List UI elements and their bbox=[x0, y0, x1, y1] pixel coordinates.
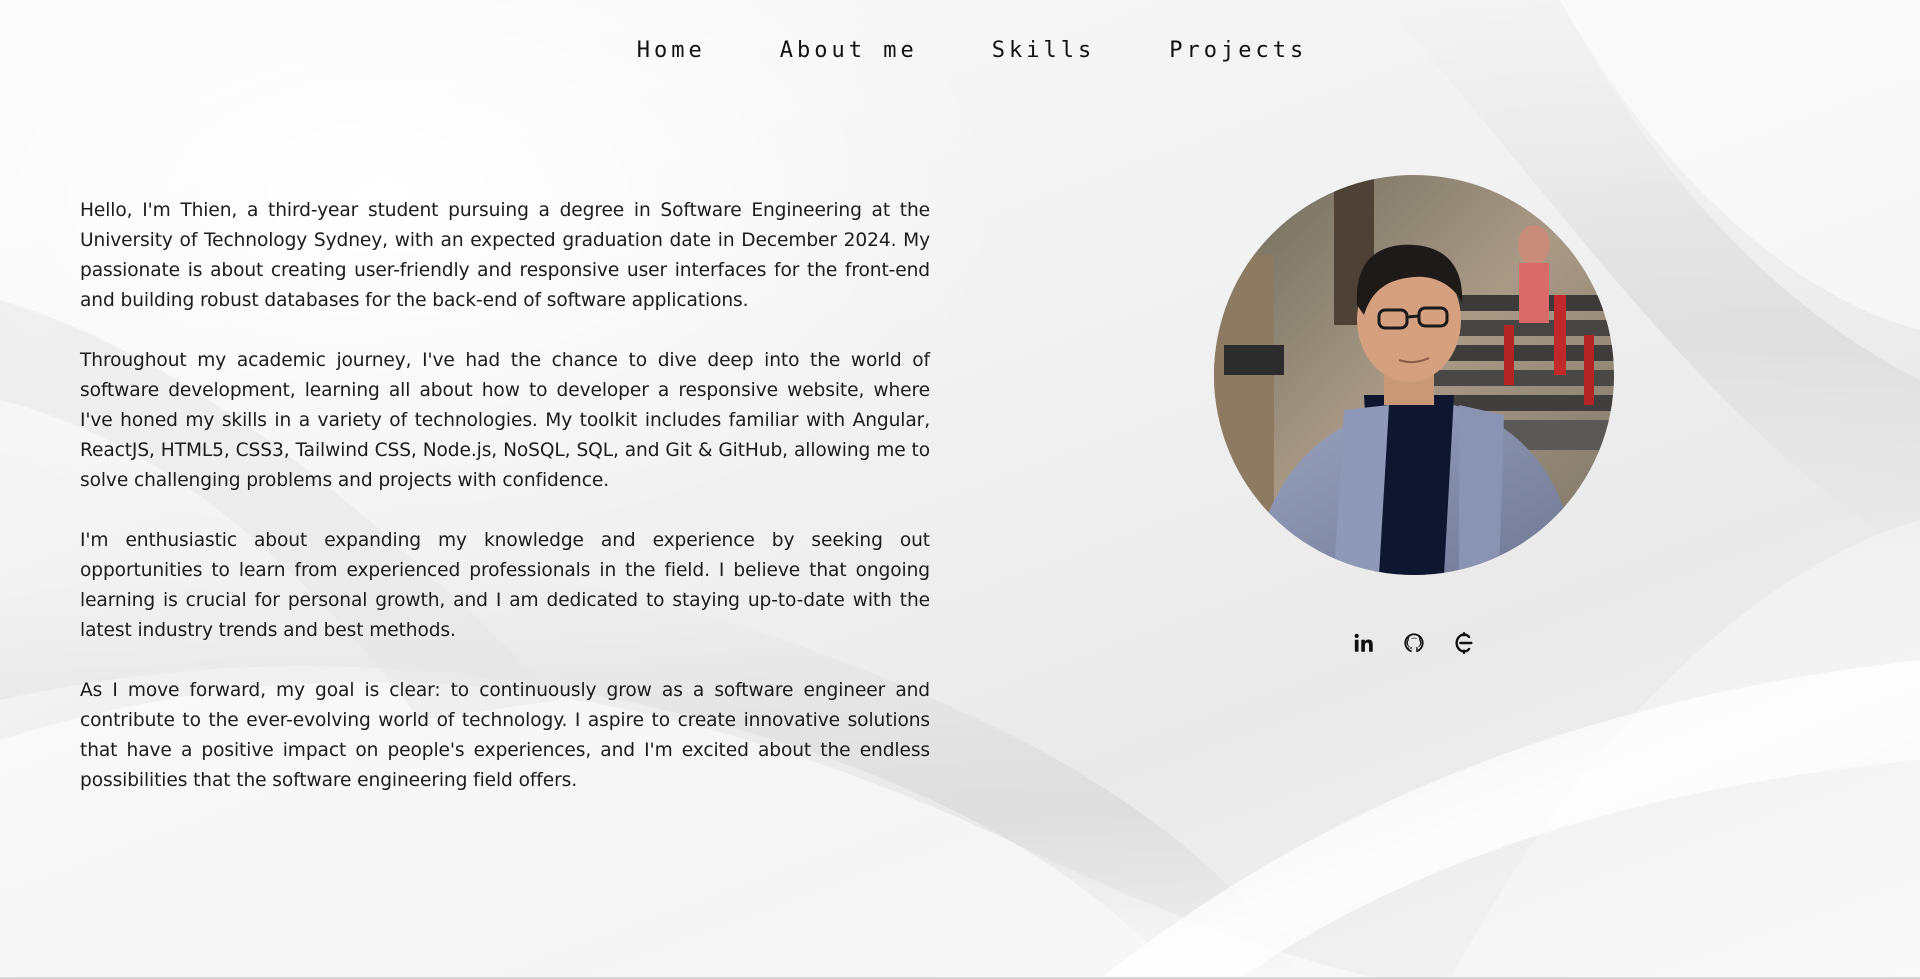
about-paragraph-learning: I'm enthusiastic about expanding my know… bbox=[80, 530, 930, 641]
about-paragraph-goal: As I move forward, my goal is clear: to … bbox=[80, 680, 930, 791]
linkedin-link[interactable] bbox=[1352, 631, 1376, 655]
linkedin-icon bbox=[1354, 633, 1373, 652]
nav-about-me-link[interactable]: About me bbox=[768, 38, 918, 63]
profile-photo bbox=[1214, 175, 1614, 575]
codecademy-link[interactable] bbox=[1452, 631, 1476, 655]
github-link[interactable] bbox=[1402, 631, 1426, 655]
nav-home-link[interactable]: Home bbox=[625, 38, 706, 63]
github-icon bbox=[1404, 633, 1424, 653]
about-paragraph-journey: Throughout my academic journey, I've had… bbox=[80, 350, 930, 491]
nav-projects-link[interactable]: Projects bbox=[1157, 38, 1307, 63]
about-paragraph-intro: Hello, I'm Thien, a third-year student p… bbox=[80, 200, 930, 311]
codecademy-icon bbox=[1455, 632, 1473, 654]
nav-skills-link[interactable]: Skills bbox=[980, 38, 1095, 63]
about-section: Hello, I'm Thien, a third-year student p… bbox=[80, 196, 930, 826]
main-nav: Home About me Skills Projects bbox=[0, 38, 1920, 63]
profile-photo-illustration bbox=[1214, 175, 1614, 575]
profile-column bbox=[1214, 175, 1614, 655]
social-links bbox=[1214, 631, 1614, 655]
